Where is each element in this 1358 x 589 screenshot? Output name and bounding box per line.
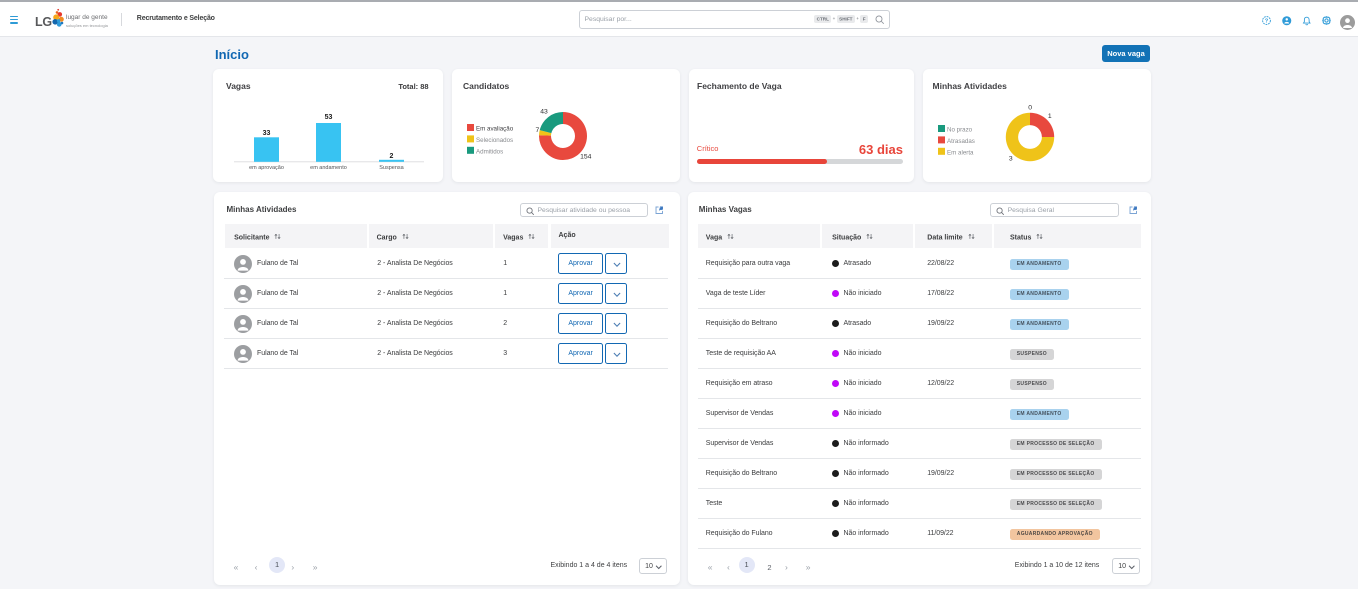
- svg-text:2: 2: [390, 153, 394, 160]
- svg-text:em aprovação: em aprovação: [249, 165, 284, 171]
- svg-text:No prazo: No prazo: [947, 126, 973, 133]
- svg-text:Selecionados: Selecionados: [476, 136, 513, 143]
- svg-text:Em alerta: Em alerta: [947, 149, 974, 156]
- svg-text:Atrasadas: Atrasadas: [947, 137, 975, 144]
- svg-text:53: 53: [325, 114, 333, 121]
- svg-text:3: 3: [1009, 155, 1013, 162]
- svg-text:7: 7: [535, 127, 539, 134]
- svg-text:Admitidos: Admitidos: [476, 148, 503, 155]
- svg-text:Em avaliação: Em avaliação: [476, 125, 514, 132]
- svg-text:em andamento: em andamento: [310, 165, 347, 171]
- svg-text:154: 154: [580, 154, 592, 161]
- svg-text:0: 0: [1028, 105, 1032, 112]
- svg-text:Suspensa: Suspensa: [379, 165, 404, 171]
- svg-text:33: 33: [263, 130, 271, 137]
- svg-text:1: 1: [1048, 113, 1052, 120]
- svg-text:?: ?: [1265, 19, 1269, 25]
- svg-text:43: 43: [540, 109, 548, 116]
